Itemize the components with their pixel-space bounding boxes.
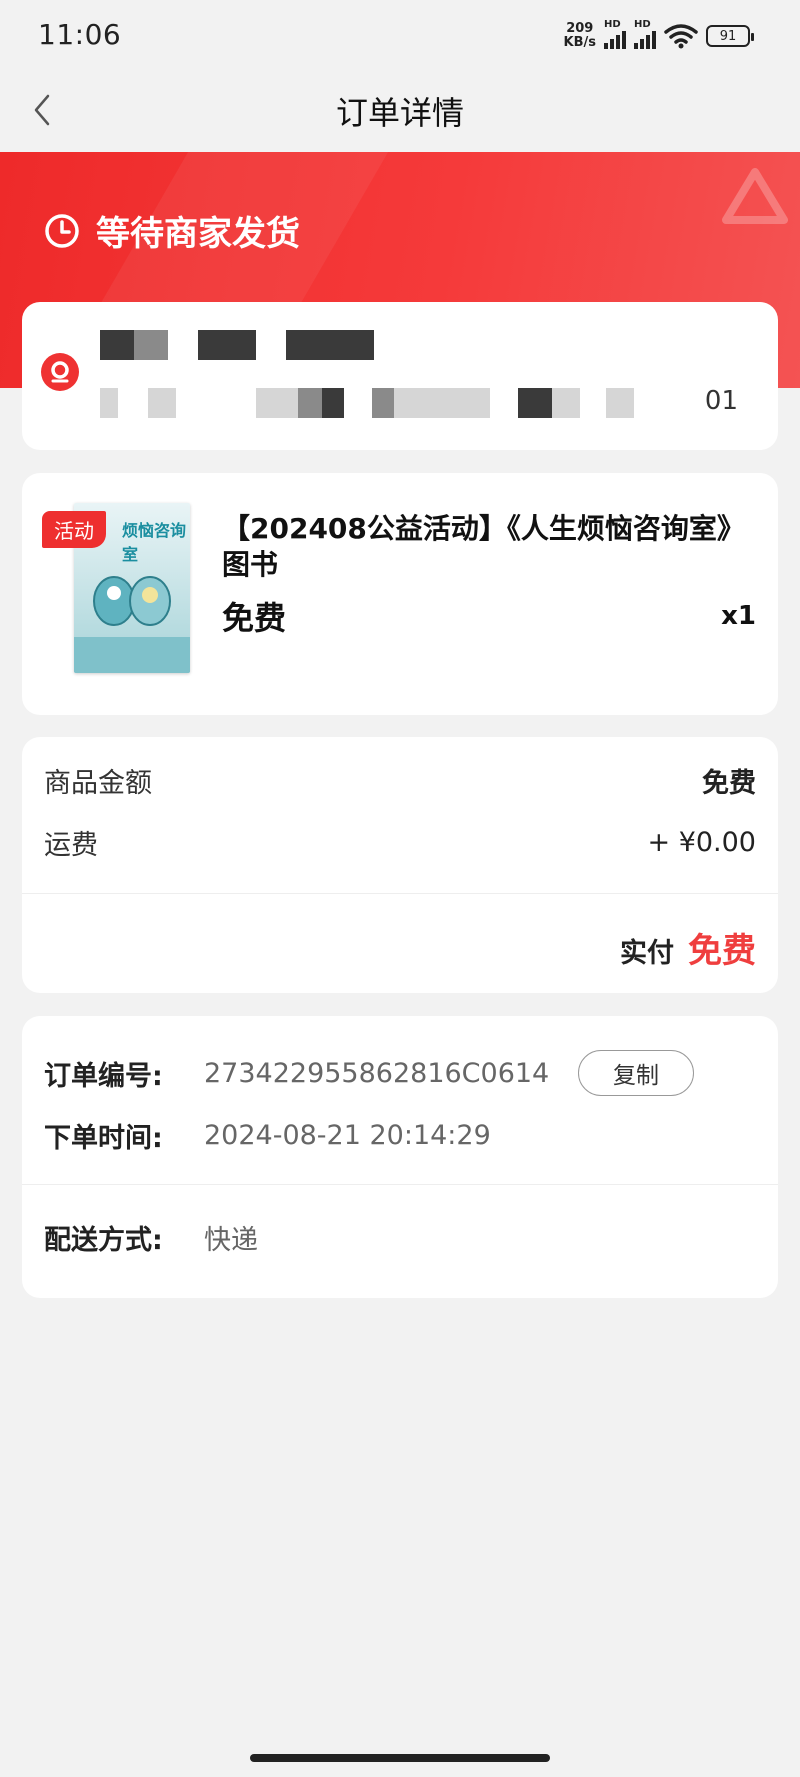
delivery-label: 配送方式: — [44, 1225, 163, 1256]
book-cover-illustration — [93, 576, 171, 626]
product-price: 免费 — [222, 599, 287, 637]
redacted-phone — [198, 330, 256, 360]
goods-amount-label: 商品金额 — [44, 768, 152, 799]
paid-value: 免费 — [688, 931, 756, 971]
battery-icon: 91 — [706, 25, 754, 47]
divider — [22, 893, 778, 894]
redacted-address — [552, 388, 580, 418]
cover-title: 烦恼咨询室 — [122, 521, 187, 564]
battery-level: 91 — [719, 28, 737, 44]
redacted-address — [298, 388, 322, 418]
location-icon — [41, 353, 79, 391]
status-bar: 11:06 209 KB/s HD HD 91 — [0, 0, 800, 70]
order-time-label: 下单时间: — [44, 1123, 163, 1154]
goods-amount-row: 商品金额 免费 — [44, 761, 756, 800]
cover-bottom — [74, 637, 190, 673]
redacted-address — [100, 388, 118, 418]
status-icons: 209 KB/s HD HD 91 — [564, 19, 754, 52]
goods-card[interactable]: 烦恼咨询室 活动 【202408公益活动】《人生烦恼咨询室》图书 免费 x1 — [22, 473, 778, 715]
redacted-address — [148, 388, 176, 418]
home-indicator[interactable] — [250, 1754, 550, 1762]
address-card[interactable]: 01 — [22, 302, 778, 450]
delivery-row: 配送方式: 快递 — [44, 1218, 258, 1257]
redacted-address — [518, 388, 552, 418]
redacted-name — [134, 330, 168, 360]
redacted-address — [606, 388, 634, 418]
shipping-label: 运费 — [44, 830, 98, 861]
delivery-method: 快递 — [204, 1225, 258, 1256]
goods-amount-value: 免费 — [702, 768, 756, 799]
network-speed-unit: KB/s — [563, 35, 596, 50]
product-name[interactable]: 【202408公益活动】《人生烦恼咨询室》图书 — [222, 511, 742, 583]
activity-tag: 活动 — [42, 511, 106, 548]
clock-icon — [45, 213, 79, 248]
address-tail: 01 — [704, 386, 738, 416]
signal-icon: HD — [634, 19, 656, 49]
nav-bar: 订单详情 — [0, 70, 800, 152]
order-time: 2024-08-21 20:14:29 — [204, 1120, 491, 1151]
paid-label: 实付 — [620, 938, 674, 969]
product-quantity: x1 — [721, 601, 756, 631]
paid-amount: 实付 免费 — [620, 923, 756, 972]
signal-hd-label: HD — [604, 19, 621, 30]
network-speed-value: 209 — [566, 21, 594, 36]
redacted-address — [394, 388, 490, 418]
order-number-row: 订单编号: 273422955862816C0614 — [44, 1054, 549, 1093]
signal-icon: HD — [604, 19, 626, 49]
redacted-address — [256, 388, 298, 418]
page-title: 订单详情 — [335, 94, 464, 132]
redacted-address — [372, 388, 394, 418]
order-time-row: 下单时间: 2024-08-21 20:14:29 — [44, 1116, 491, 1155]
divider — [22, 1184, 778, 1185]
order-number: 273422955862816C0614 — [204, 1058, 550, 1089]
order-number-label: 订单编号: — [44, 1061, 163, 1092]
order-info-card: 订单编号: 273422955862816C0614 复制 下单时间: 2024… — [22, 1016, 778, 1298]
order-status-text: 等待商家发货 — [96, 214, 300, 254]
triangle-decoration-icon — [722, 168, 788, 224]
signal-hd-label: HD — [634, 19, 651, 30]
redacted-address — [322, 388, 344, 418]
wifi-icon — [664, 24, 698, 49]
amount-card: 商品金额 免费 运费 + ¥0.00 实付 免费 — [22, 737, 778, 993]
shipping-value: + ¥0.00 — [647, 827, 756, 858]
order-status: 等待商家发货 — [44, 206, 300, 255]
status-time: 11:06 — [38, 18, 122, 51]
copy-button[interactable]: 复制 — [578, 1050, 694, 1096]
shipping-row: 运费 + ¥0.00 — [44, 823, 756, 862]
redacted-name — [100, 330, 134, 360]
network-speed: 209 KB/s — [564, 22, 596, 50]
redacted-phone — [286, 330, 374, 360]
